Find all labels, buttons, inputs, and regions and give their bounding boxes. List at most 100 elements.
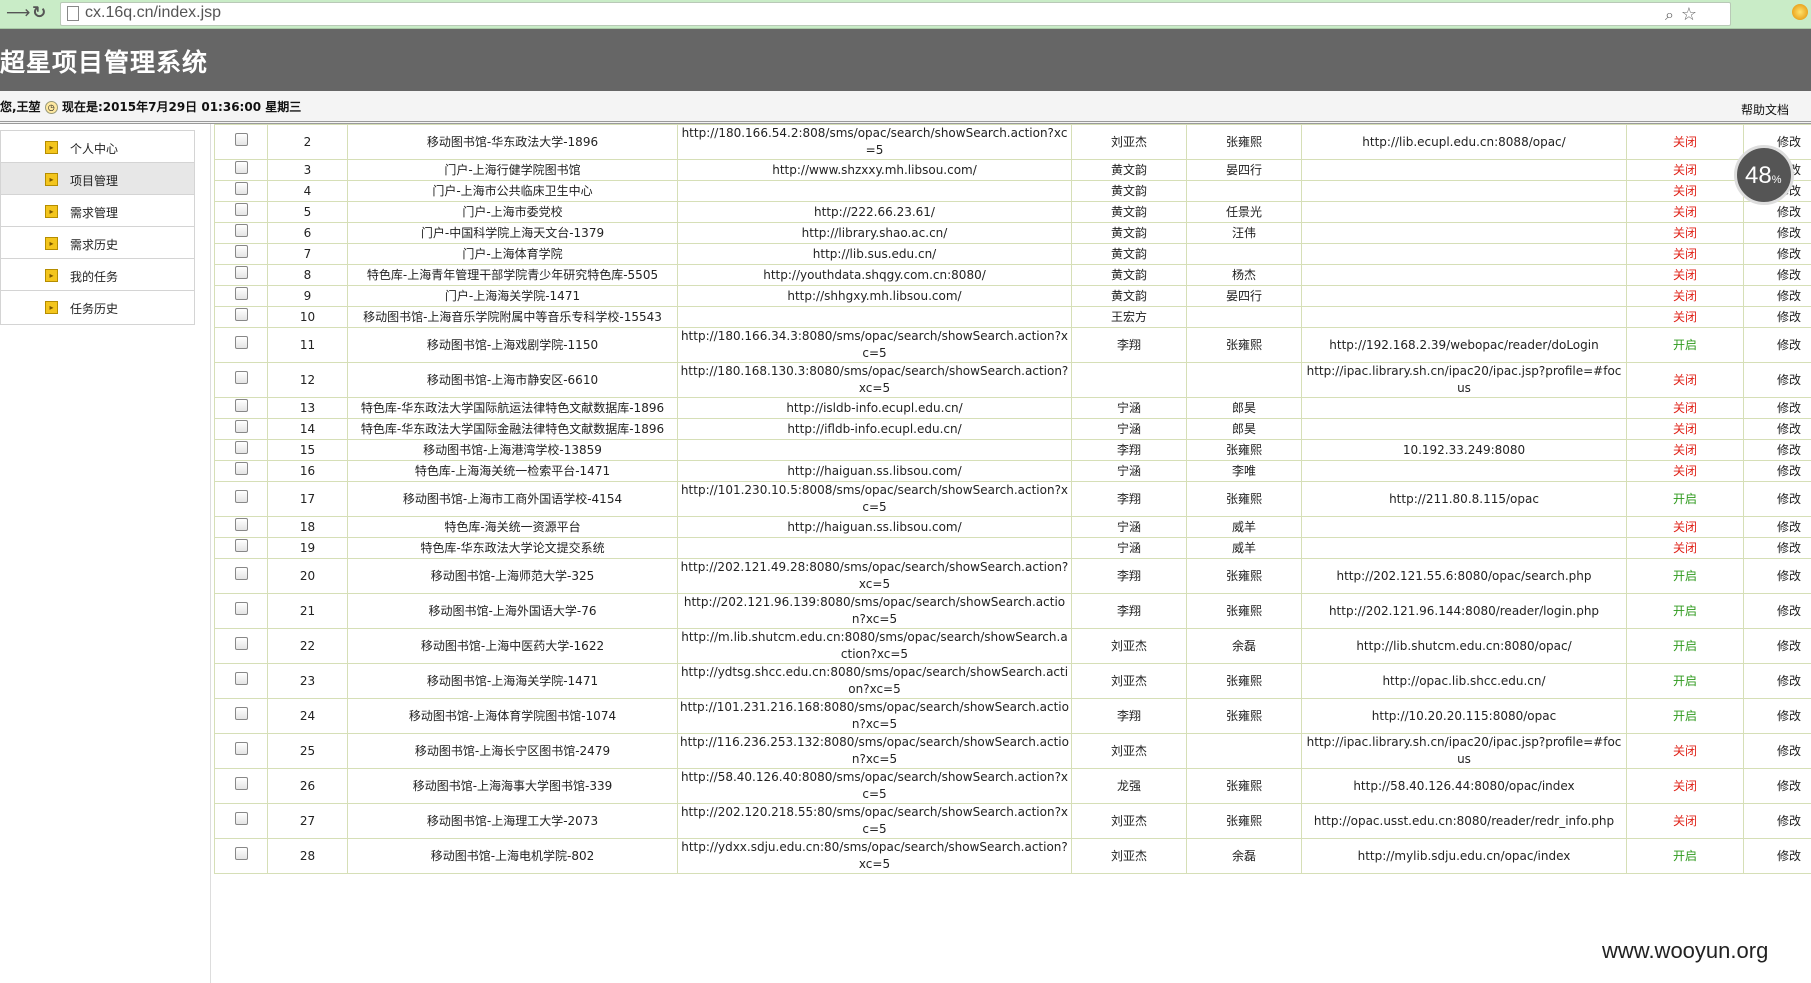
sidebar-item-requirement-management[interactable]: ▸ 需求管理 <box>0 194 195 229</box>
row-checkbox-cell[interactable] <box>214 264 268 286</box>
row-checkbox[interactable] <box>234 287 248 300</box>
edit-link[interactable]: 修改 <box>1743 306 1811 328</box>
row-checkbox[interactable] <box>234 266 248 279</box>
row-checkbox[interactable] <box>234 847 248 860</box>
row-checkbox-cell[interactable] <box>214 222 268 244</box>
row-checkbox-cell[interactable] <box>214 159 268 181</box>
row-checkbox[interactable] <box>234 637 248 650</box>
zoom-icon[interactable]: ⌕ <box>1665 5 1674 25</box>
row-checkbox-cell[interactable] <box>214 698 268 734</box>
edit-link[interactable]: 修改 <box>1743 628 1811 664</box>
row-checkbox[interactable] <box>234 182 248 195</box>
row-checkbox-cell[interactable] <box>214 180 268 202</box>
edit-link[interactable]: 修改 <box>1743 285 1811 307</box>
status-badge: 关闭 <box>1626 222 1744 244</box>
sidebar-item-task-history[interactable]: ▸ 任务历史 <box>0 290 195 325</box>
edit-link[interactable]: 修改 <box>1743 201 1811 223</box>
row-checkbox[interactable] <box>234 399 248 412</box>
project-table-container[interactable]: 2 移动图书馆-华东政法大学-1896 http://180.166.54.2:80… <box>214 124 1811 983</box>
row-checkbox-cell[interactable] <box>214 362 268 398</box>
table-row: 25 移动图书馆-上海长宁区图书馆-2479 http://116.236.253.… <box>214 733 1811 769</box>
row-checkbox[interactable] <box>234 518 248 531</box>
edit-link[interactable]: 修改 <box>1743 593 1811 629</box>
row-checkbox-cell[interactable] <box>214 397 268 419</box>
row-checkbox[interactable] <box>234 539 248 552</box>
edit-link[interactable]: 修改 <box>1743 516 1811 538</box>
row-checkbox[interactable] <box>234 224 248 237</box>
row-checkbox[interactable] <box>234 707 248 720</box>
row-checkbox[interactable] <box>234 203 248 216</box>
row-checkbox[interactable] <box>234 371 248 384</box>
edit-link[interactable]: 修改 <box>1743 558 1811 594</box>
row-checkbox-cell[interactable] <box>214 663 268 699</box>
edit-link[interactable]: 修改 <box>1743 222 1811 244</box>
row-checkbox-cell[interactable] <box>214 124 268 160</box>
row-checkbox[interactable] <box>234 602 248 615</box>
edit-link[interactable]: 修改 <box>1743 327 1811 363</box>
edit-link[interactable]: 修改 <box>1743 838 1811 874</box>
row-checkbox[interactable] <box>234 336 248 349</box>
extension-icon[interactable] <box>1792 4 1808 20</box>
row-checkbox-cell[interactable] <box>214 306 268 328</box>
edit-link[interactable]: 修改 <box>1743 243 1811 265</box>
sidebar-item-project-management[interactable]: ▸ 项目管理 <box>0 162 195 197</box>
row-checkbox-cell[interactable] <box>214 460 268 482</box>
row-checkbox-cell[interactable] <box>214 285 268 307</box>
row-checkbox-cell[interactable] <box>214 418 268 440</box>
sidebar-item-my-tasks[interactable]: ▸ 我的任务 <box>0 258 195 293</box>
row-checkbox-cell[interactable] <box>214 516 268 538</box>
row-checkbox[interactable] <box>234 420 248 433</box>
opac-url <box>1301 222 1627 244</box>
edit-link[interactable]: 修改 <box>1743 768 1811 804</box>
row-checkbox-cell[interactable] <box>214 439 268 461</box>
help-link[interactable]: 帮助文档 <box>1741 101 1789 118</box>
progress-widget[interactable]: 48% <box>1734 145 1794 205</box>
opac-url <box>1301 537 1627 559</box>
reload-icon[interactable]: ↻ <box>32 3 46 23</box>
edit-link[interactable]: 修改 <box>1743 663 1811 699</box>
star-icon[interactable]: ☆ <box>1681 4 1697 25</box>
row-checkbox-cell[interactable] <box>214 243 268 265</box>
row-checkbox[interactable] <box>234 441 248 454</box>
row-checkbox-cell[interactable] <box>214 593 268 629</box>
row-checkbox-cell[interactable] <box>214 768 268 804</box>
sidebar-item-personal-center[interactable]: ▸ 个人中心 <box>0 130 195 165</box>
edit-link[interactable]: 修改 <box>1743 733 1811 769</box>
row-checkbox-cell[interactable] <box>214 201 268 223</box>
row-checkbox[interactable] <box>234 812 248 825</box>
back-arrow-icon[interactable]: ⟶ <box>6 3 30 23</box>
row-checkbox[interactable] <box>234 133 248 146</box>
row-checkbox-cell[interactable] <box>214 838 268 874</box>
edit-link[interactable]: 修改 <box>1743 803 1811 839</box>
edit-link[interactable]: 修改 <box>1743 397 1811 419</box>
row-checkbox-cell[interactable] <box>214 537 268 559</box>
edit-link[interactable]: 修改 <box>1743 418 1811 440</box>
row-checkbox-cell[interactable] <box>214 327 268 363</box>
row-checkbox-cell[interactable] <box>214 481 268 517</box>
row-checkbox[interactable] <box>234 462 248 475</box>
edit-link[interactable]: 修改 <box>1743 264 1811 286</box>
row-checkbox[interactable] <box>234 490 248 503</box>
edit-link[interactable]: 修改 <box>1743 460 1811 482</box>
row-checkbox-cell[interactable] <box>214 628 268 664</box>
row-checkbox[interactable] <box>234 742 248 755</box>
edit-link[interactable]: 修改 <box>1743 698 1811 734</box>
sidebar-item-requirement-history[interactable]: ▸ 需求历史 <box>0 226 195 261</box>
row-checkbox[interactable] <box>234 308 248 321</box>
address-bar[interactable]: cx.16q.cn/index.jsp ⌕ ☆ <box>60 2 1731 26</box>
owner-name: 宁涵 <box>1071 397 1187 419</box>
edit-link[interactable]: 修改 <box>1743 362 1811 398</box>
arrow-icon: ▸ <box>45 301 58 314</box>
edit-link[interactable]: 修改 <box>1743 481 1811 517</box>
row-checkbox-cell[interactable] <box>214 803 268 839</box>
edit-link[interactable]: 修改 <box>1743 439 1811 461</box>
row-checkbox[interactable] <box>234 777 248 790</box>
edit-link[interactable]: 修改 <box>1743 537 1811 559</box>
url-text[interactable]: cx.16q.cn/index.jsp <box>85 4 221 22</box>
row-checkbox[interactable] <box>234 161 248 174</box>
row-checkbox-cell[interactable] <box>214 558 268 594</box>
row-checkbox[interactable] <box>234 567 248 580</box>
row-checkbox[interactable] <box>234 245 248 258</box>
row-checkbox[interactable] <box>234 672 248 685</box>
row-checkbox-cell[interactable] <box>214 733 268 769</box>
